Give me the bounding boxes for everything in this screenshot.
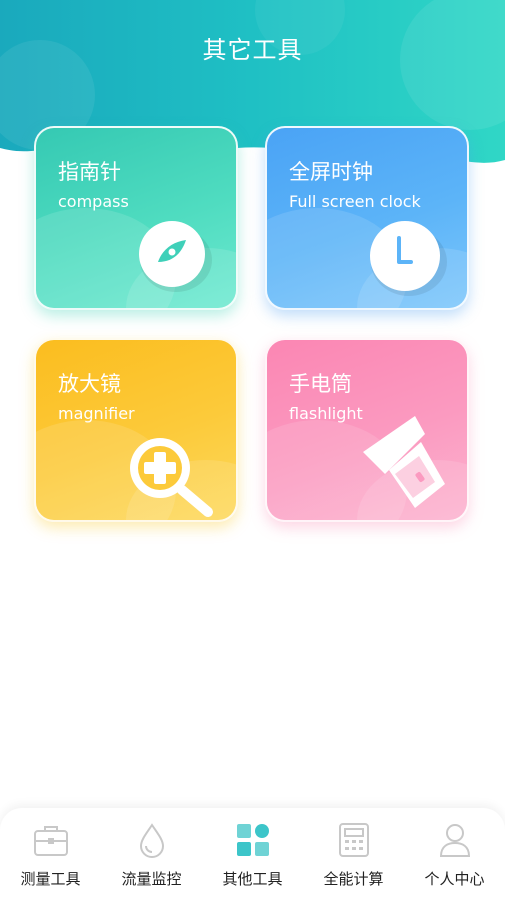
tab-label: 其他工具 [222, 870, 283, 888]
calculator-icon [339, 823, 369, 857]
clock-card[interactable]: 全屏时钟 Full screen clock [265, 126, 469, 310]
bottom-tab-bar: 测量工具 流量监控 其他工具 全能计算 个人中心 [0, 808, 505, 899]
magnifier-icon [130, 438, 213, 517]
card-subtitle: flashlight [289, 404, 363, 423]
card-subtitle: magnifier [58, 404, 135, 423]
person-icon [439, 824, 471, 857]
tab-label: 测量工具 [20, 870, 81, 888]
magnifier-card[interactable]: 放大镜 magnifier [34, 338, 238, 522]
tab-measure-tools[interactable]: 测量工具 [0, 808, 101, 899]
page-title: 其它工具 [202, 36, 303, 64]
tab-other-tools[interactable]: 其他工具 [202, 808, 303, 899]
tab-calculator[interactable]: 全能计算 [303, 808, 404, 899]
tab-label: 个人中心 [424, 870, 485, 888]
card-subtitle: Full screen clock [289, 192, 421, 211]
toolbox-icon [34, 826, 68, 856]
compass-icon [139, 221, 212, 292]
card-subtitle: compass [58, 192, 129, 211]
tab-traffic-monitor[interactable]: 流量监控 [101, 808, 202, 899]
droplet-icon [139, 823, 165, 858]
tab-profile[interactable]: 个人中心 [404, 808, 505, 899]
card-title: 放大镜 [58, 372, 121, 396]
clock-icon [370, 221, 447, 296]
flashlight-card[interactable]: 手电筒 flashlight [265, 338, 469, 522]
grid-icon [237, 824, 269, 856]
card-title: 指南针 [58, 160, 121, 184]
tab-label: 流量监控 [121, 870, 182, 888]
flashlight-icon [363, 416, 445, 508]
card-title: 全屏时钟 [289, 160, 373, 184]
tab-label: 全能计算 [323, 870, 384, 888]
compass-card[interactable]: 指南针 compass [34, 126, 238, 310]
card-title: 手电筒 [289, 372, 352, 396]
